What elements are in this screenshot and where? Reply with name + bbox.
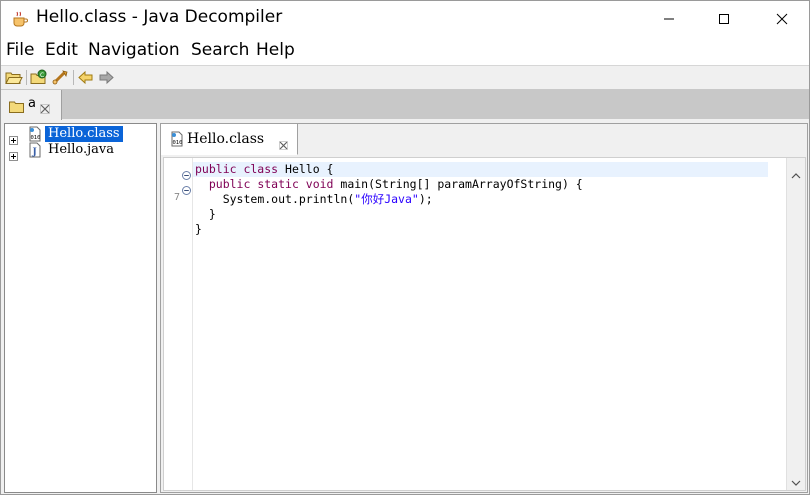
svg-text:J: J bbox=[32, 148, 37, 158]
menu-bar: File Edit Navigation Search Help bbox=[1, 37, 809, 65]
code-line: public static void main(String[] paramAr… bbox=[195, 177, 583, 192]
tab-editor[interactable]: 010 Hello.class bbox=[161, 124, 298, 155]
editor-tab-label: Hello.class bbox=[187, 131, 265, 147]
class-file-icon: 010 bbox=[169, 131, 185, 147]
file-tab-strip: a bbox=[1, 89, 809, 120]
keyword: public static void bbox=[208, 177, 334, 191]
window-title: Hello.class - Java Decompiler bbox=[36, 7, 283, 27]
title-bar[interactable]: Hello.class - Java Decompiler bbox=[1, 1, 809, 37]
forward-arrow-icon[interactable] bbox=[97, 69, 115, 86]
file-tree-panel[interactable]: 010 Hello.class J Hello.java bbox=[4, 123, 157, 493]
close-button[interactable] bbox=[759, 1, 805, 37]
coffee-cup-icon bbox=[11, 10, 29, 28]
string-literal: "你好Java" bbox=[354, 192, 419, 206]
code-text: main(String[] paramArrayOfString) { bbox=[333, 177, 583, 191]
menu-search[interactable]: Search bbox=[191, 40, 249, 60]
code-editor[interactable]: 7 public class Hello { public static voi… bbox=[163, 157, 806, 491]
toolbar-separator bbox=[26, 70, 27, 85]
menu-file[interactable]: File bbox=[6, 40, 34, 60]
keyword: public class bbox=[195, 162, 279, 176]
source-code: public class Hello { public static void … bbox=[195, 162, 583, 237]
tree-item-label: Hello.java bbox=[48, 142, 114, 157]
folder-icon bbox=[9, 98, 24, 113]
code-text: System.out.println( bbox=[222, 192, 355, 206]
code-text: } bbox=[208, 207, 216, 221]
tree-item[interactable]: J Hello.java bbox=[5, 142, 155, 161]
scroll-down-icon[interactable] bbox=[791, 472, 801, 486]
tree-item[interactable]: 010 Hello.class bbox=[5, 126, 155, 145]
maximize-icon bbox=[718, 10, 730, 29]
svg-text:010: 010 bbox=[31, 135, 41, 141]
open-type-icon[interactable]: C bbox=[30, 69, 48, 86]
toolbar: C bbox=[1, 65, 809, 90]
code-line: } bbox=[195, 207, 583, 222]
code-line: public class Hello { bbox=[195, 162, 583, 177]
tab-archive[interactable]: a bbox=[1, 90, 62, 120]
back-arrow-icon[interactable] bbox=[77, 69, 95, 86]
app-window: Hello.class - Java Decompiler File Edit … bbox=[0, 0, 810, 495]
svg-text:010: 010 bbox=[173, 140, 183, 146]
minimize-button[interactable] bbox=[646, 1, 692, 37]
toolbar-separator bbox=[73, 70, 74, 85]
class-file-icon: 010 bbox=[27, 126, 43, 142]
collapse-icon[interactable] bbox=[182, 180, 191, 195]
open-file-icon[interactable] bbox=[5, 69, 23, 86]
svg-text:C: C bbox=[40, 72, 44, 79]
vertical-scrollbar[interactable] bbox=[786, 158, 805, 490]
maximize-button[interactable] bbox=[701, 1, 747, 37]
code-text: Hello { bbox=[278, 162, 334, 176]
java-file-icon: J bbox=[27, 142, 43, 158]
expand-icon[interactable] bbox=[9, 146, 18, 161]
code-line: } bbox=[195, 222, 583, 237]
collapse-icon[interactable] bbox=[182, 165, 191, 180]
code-text: ); bbox=[418, 192, 433, 206]
editor-gutter: 7 bbox=[164, 158, 193, 490]
expand-icon[interactable] bbox=[9, 130, 18, 145]
code-line: System.out.println("你好Java"); bbox=[195, 192, 583, 207]
close-tab-icon[interactable] bbox=[279, 135, 288, 150]
tab-archive-label: a bbox=[28, 96, 36, 111]
code-text: } bbox=[195, 222, 202, 236]
menu-help[interactable]: Help bbox=[256, 40, 295, 60]
open-type-hierarchy-icon[interactable] bbox=[51, 69, 69, 86]
scroll-up-icon[interactable] bbox=[791, 165, 801, 179]
menu-navigation[interactable]: Navigation bbox=[88, 40, 180, 60]
editor-panel: 010 Hello.class 7 public class Hello {p… bbox=[160, 123, 808, 493]
close-tab-icon[interactable] bbox=[40, 99, 50, 114]
close-icon bbox=[776, 10, 788, 29]
line-number: 7 bbox=[174, 192, 181, 203]
tree-item-label: Hello.class bbox=[45, 126, 123, 142]
menu-edit[interactable]: Edit bbox=[45, 40, 78, 60]
minimize-icon bbox=[663, 10, 675, 29]
